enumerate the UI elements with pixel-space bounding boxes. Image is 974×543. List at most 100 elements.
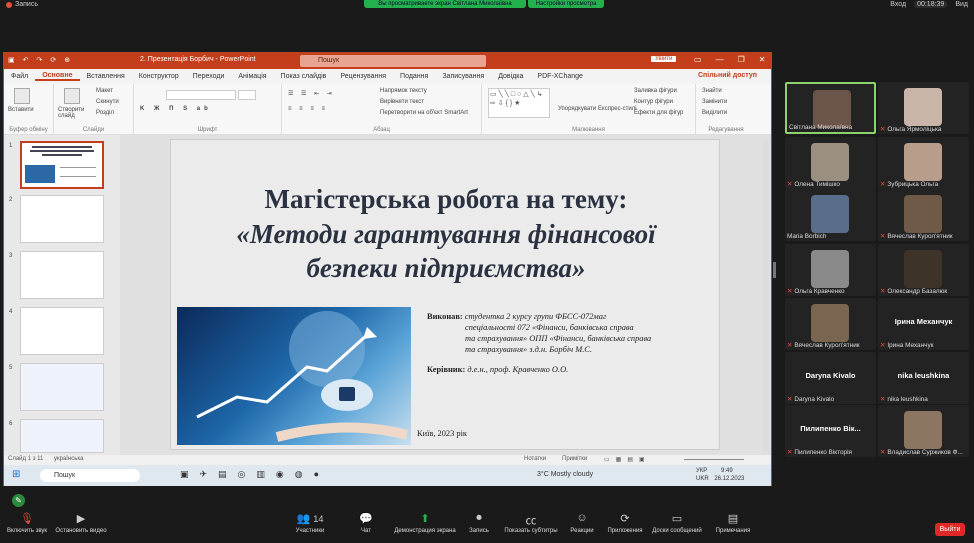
customize-icon[interactable]: ⊕ <box>64 56 70 64</box>
participant-tile[interactable]: ✕ Владислав Суржиков Ф... <box>878 405 969 457</box>
tab-view[interactable]: Подання <box>393 73 435 80</box>
vertical-scrollbar[interactable] <box>763 139 769 451</box>
current-slide[interactable]: Магістерська робота на тему: «Методи гар… <box>170 139 720 450</box>
font-name-select[interactable] <box>166 90 236 100</box>
reset-button[interactable]: Скинути <box>96 99 119 105</box>
paste-button[interactable]: Вставити <box>8 107 34 113</box>
section-button[interactable]: Розділ <box>96 110 114 116</box>
annotate-pencil-icon[interactable]: ✎ <box>12 494 25 507</box>
participant-tile[interactable]: ✕ Зубрицька Ольга <box>878 137 969 189</box>
tab-file[interactable]: Файл <box>4 73 35 80</box>
save-icon[interactable]: ▣ <box>8 56 15 64</box>
participant-tile[interactable]: ✕ Олена Тимішко <box>785 137 876 189</box>
stop-video-button[interactable]: ▶ Остановить видео <box>46 512 116 534</box>
tab-pdf-xchange[interactable]: PDF-XChange <box>530 73 590 80</box>
participant-tile[interactable]: Ірина Механчук ✕ Ірина Механчук <box>878 298 969 350</box>
notes-button[interactable]: ▤ Примечания <box>698 512 768 534</box>
layout-button[interactable]: Макет <box>96 88 113 94</box>
align-icons[interactable]: ≡ ≡ ≡ ≡ <box>288 106 328 112</box>
comments-button[interactable]: Примітки <box>562 456 587 462</box>
tab-design[interactable]: Конструктор <box>132 73 186 80</box>
share-button[interactable]: Спільний доступ <box>698 72 757 79</box>
font-format-icons[interactable]: K Ж П S ab <box>140 106 212 112</box>
quick-styles-button[interactable]: Експрес-стилі <box>598 106 637 112</box>
slide-thumbnail[interactable] <box>20 363 104 411</box>
participant-tile[interactable]: nika leushkina ✕ nika leushkina <box>878 352 969 404</box>
tab-insert[interactable]: Вставлення <box>80 73 132 80</box>
slide-title-line-2: «Методи гарантування фінансової <box>236 219 656 249</box>
ribbon-display-icon[interactable]: ▭ <box>694 55 702 64</box>
tab-review[interactable]: Рецензування <box>333 73 393 80</box>
participant-tile[interactable]: ✕ Ольга Ярмоліцька <box>878 82 969 134</box>
taskbar-app-icons[interactable]: ▣✈▤◎▥◉◍● <box>180 469 330 480</box>
tab-help[interactable]: Довідка <box>491 73 530 80</box>
record-dot-icon <box>6 1 12 8</box>
mic-muted-icon: ✕ <box>787 288 793 295</box>
new-slide-icon[interactable] <box>64 88 80 104</box>
slide-thumbnail[interactable] <box>20 419 104 453</box>
smartart-button[interactable]: Перетворити на об'єкт SmartArt <box>380 110 468 116</box>
view-buttons[interactable]: ▭▦▤▣ <box>604 456 651 463</box>
input-language[interactable]: УКР <box>696 468 707 474</box>
group-label: Буфер обміну <box>9 127 48 133</box>
login-button[interactable]: Вход <box>890 1 906 8</box>
text-direction-button[interactable]: Напрямок тексту <box>380 88 427 94</box>
view-settings-button[interactable]: Настройки просмотра <box>528 0 604 8</box>
slide-thumbnail[interactable] <box>20 251 104 299</box>
tab-transitions[interactable]: Переходи <box>186 73 232 80</box>
close-icon[interactable]: ✕ <box>759 55 766 64</box>
zoom-slider[interactable] <box>684 459 744 460</box>
participant-tile[interactable]: Daryna Kivalo ✕ Daryna Kivalo <box>785 352 876 404</box>
participant-name-row: ✕ Олена Тимішко <box>787 180 840 188</box>
quick-access-toolbar: ▣ ↶ ↷ ⟳ ⊕ <box>8 56 70 64</box>
notes-button[interactable]: Нотатки <box>524 456 546 462</box>
shape-effects-button[interactable]: Ефекти для фігур <box>634 110 683 116</box>
find-button[interactable]: Знайти <box>702 88 722 94</box>
leave-button[interactable]: Выйти <box>935 523 965 536</box>
slide-thumbnail[interactable] <box>20 195 104 243</box>
participant-tile[interactable]: Maria Borbich <box>785 189 876 241</box>
shape-outline-button[interactable]: Контур фігури <box>634 99 673 105</box>
list-icons[interactable]: ☰ ☰ ⇤ ⇥ <box>288 90 335 97</box>
paste-icon[interactable] <box>14 88 30 104</box>
windows-start-icon[interactable]: ⊞ <box>12 469 20 480</box>
shape-fill-button[interactable]: Заливка фігури <box>634 88 677 94</box>
slide-number: 1 <box>9 143 13 149</box>
participant-name-row: ✕ Ольга Ярмоліцька <box>880 125 941 133</box>
redo-icon[interactable]: ↷ <box>37 56 43 64</box>
slide-title-line-3: безпеки підприємства» <box>306 253 586 283</box>
replace-button[interactable]: Замінити <box>702 99 727 105</box>
panel-splitter[interactable] <box>773 262 776 278</box>
sign-in-button[interactable]: Увійти <box>651 56 677 62</box>
participant-tile[interactable]: ✕ Ольга Кравченко <box>785 244 876 296</box>
repeat-icon[interactable]: ⟳ <box>50 56 56 64</box>
participant-tile[interactable]: ✕ Вячеслав Курол'ятник <box>785 298 876 350</box>
participant-tile[interactable]: ✕ Олександр Базалюк <box>878 244 969 296</box>
undo-icon[interactable]: ↶ <box>23 56 29 64</box>
tab-record[interactable]: Записування <box>435 73 491 80</box>
arrange-button[interactable]: Упорядкувати <box>558 106 596 112</box>
select-button[interactable]: Виділити <box>702 110 727 116</box>
slide-thumbnail[interactable] <box>20 141 104 189</box>
tab-animation[interactable]: Анімація <box>231 73 273 80</box>
participant-tile[interactable]: Світлана Миколаївна <box>785 82 876 134</box>
weather-widget[interactable]: 3°C Mostly cloudy <box>537 471 593 478</box>
language-indicator[interactable]: українська <box>54 456 84 462</box>
new-slide-button[interactable]: Створити слайд <box>58 107 88 119</box>
tab-home[interactable]: Основне <box>35 72 80 81</box>
participant-tile[interactable]: ✕ Вячеслав Курол'ятник <box>878 189 969 241</box>
maximize-icon[interactable]: ❐ <box>738 55 745 64</box>
participant-name: Олена Тимішко <box>794 181 840 188</box>
taskbar-search[interactable]: Пошук <box>40 469 140 482</box>
view-button[interactable]: Вид <box>955 1 968 8</box>
slide-thumbnail[interactable] <box>20 307 104 355</box>
zoom-bottom-toolbar: 🎙 Включить звук ▶ Остановить видео 👥 14 Уча… <box>0 508 974 543</box>
tab-slideshow[interactable]: Показ слайдів <box>274 73 334 80</box>
participant-tile[interactable]: Пилипенко Вік... ✕ Пилипенко Вікторія <box>785 405 876 457</box>
ppt-search-input[interactable]: Пошук <box>300 55 486 67</box>
align-text-button[interactable]: Вирівняти текст <box>380 99 424 105</box>
shapes-gallery[interactable]: ▭ ╲ ╲ □ ○ △ ╲ ↳ ⇨ ⇩ { } ★ <box>488 88 550 118</box>
participant-name-row: ✕ Daryna Kivalo <box>787 395 834 403</box>
font-size-select[interactable] <box>238 90 256 100</box>
minimize-icon[interactable]: — <box>716 55 724 64</box>
